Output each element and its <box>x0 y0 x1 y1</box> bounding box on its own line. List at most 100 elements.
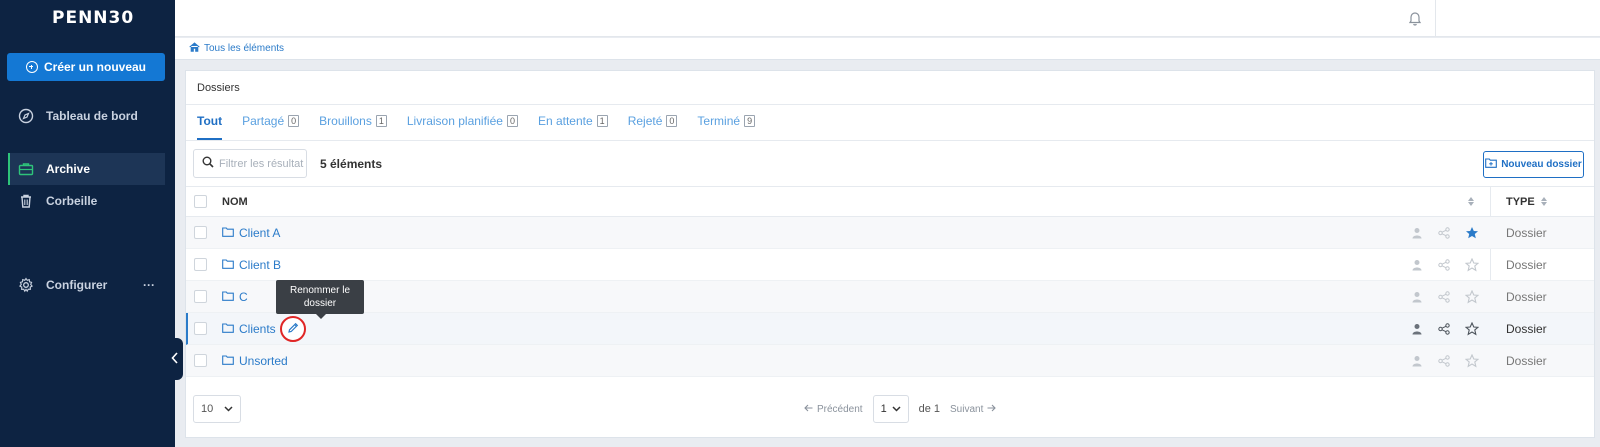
sidebar-item-archive[interactable]: Archive <box>8 153 165 185</box>
table-row[interactable]: Clients Dossier <box>186 313 1594 345</box>
share-icon[interactable] <box>1437 290 1451 304</box>
create-new-button[interactable]: Créer un nouveau <box>7 53 165 81</box>
sort-icon[interactable] <box>1541 197 1547 206</box>
person-icon[interactable] <box>1410 258 1424 272</box>
bell-icon[interactable] <box>1407 10 1423 26</box>
new-folder-label: Nouveau dossier <box>1501 159 1582 170</box>
page-number-value: 1 <box>880 403 887 415</box>
page-size-select[interactable]: 10 <box>193 395 241 423</box>
folder-link[interactable]: Client B <box>222 258 281 272</box>
tab-completed[interactable]: Terminé 9 <box>697 104 756 140</box>
tab-shared[interactable]: Partagé 0 <box>242 104 300 140</box>
star-outline-icon[interactable] <box>1465 257 1479 272</box>
table-row[interactable]: Unsorted Dossier <box>186 345 1594 377</box>
rename-tooltip: Renommer le dossier <box>276 280 364 319</box>
previous-label: Précédent <box>817 403 863 415</box>
sort-icon[interactable] <box>1468 197 1474 206</box>
new-folder-button[interactable]: Nouveau dossier <box>1483 151 1584 178</box>
table-row[interactable]: Client A Dossier <box>186 217 1594 249</box>
sidebar: PENN30 Créer un nouveau Tableau de bord … <box>0 0 175 447</box>
tab-all[interactable]: Tout <box>197 104 223 140</box>
next-page-button[interactable]: Suivant <box>950 404 997 415</box>
person-icon[interactable] <box>1410 322 1424 336</box>
filter-field[interactable] <box>193 149 309 178</box>
home-icon[interactable] <box>189 42 200 55</box>
column-header-name[interactable]: NOM <box>222 196 248 208</box>
column-header-type[interactable]: TYPE <box>1506 196 1535 208</box>
tab-pending[interactable]: En attente 1 <box>538 104 608 140</box>
folder-name: Unsorted <box>239 353 288 368</box>
star-outline-icon[interactable] <box>1465 321 1479 336</box>
create-new-label: Créer un nouveau <box>43 60 147 74</box>
share-icon[interactable] <box>1437 258 1451 272</box>
tab-drafts[interactable]: Brouillons 1 <box>319 104 387 140</box>
briefcase-icon <box>18 161 34 177</box>
app-logo[interactable]: PENN30 <box>0 0 175 36</box>
compass-icon <box>18 108 34 124</box>
item-count: 5 éléments <box>320 156 383 171</box>
panel-title: Dossiers <box>186 71 1594 105</box>
row-checkbox[interactable] <box>194 258 207 271</box>
tab-count-badge: 0 <box>506 115 518 127</box>
arrow-right-icon <box>987 404 997 415</box>
pager: Précédent 1 de 1 Suivant <box>804 395 997 423</box>
sidebar-item-label: Corbeille <box>46 194 98 208</box>
table-row[interactable]: Client B Dossier <box>186 249 1594 281</box>
folder-link[interactable]: Client A <box>222 226 280 240</box>
tab-label: Rejeté <box>627 114 663 128</box>
folder-link[interactable]: C <box>222 290 248 304</box>
collapse-sidebar-button[interactable] <box>167 338 183 380</box>
sidebar-item-configure[interactable]: Configurer ··· <box>8 269 165 301</box>
row-checkbox[interactable] <box>194 226 207 239</box>
share-icon[interactable] <box>1437 322 1451 336</box>
breadcrumb-all-items-link[interactable]: Tous les éléments <box>204 43 284 54</box>
breadcrumb: Tous les éléments <box>175 38 1600 60</box>
rename-folder-button[interactable] <box>280 316 306 342</box>
row-checkbox[interactable] <box>194 322 207 335</box>
arrow-left-icon <box>804 404 813 415</box>
tab-count-badge: 9 <box>744 115 756 127</box>
star-outline-icon[interactable] <box>1465 289 1479 304</box>
folder-name: Client A <box>239 225 281 240</box>
tab-count-badge: 0 <box>666 115 678 127</box>
sidebar-item-trash[interactable]: Corbeille <box>8 185 165 217</box>
person-icon[interactable] <box>1410 226 1424 240</box>
folder-icon <box>222 226 234 240</box>
type-cell: Dossier <box>1506 225 1547 240</box>
row-checkbox[interactable] <box>194 354 207 367</box>
sidebar-item-label: Configurer <box>46 278 108 292</box>
folder-icon <box>222 354 234 368</box>
tab-rejected[interactable]: Rejeté 0 <box>628 104 678 140</box>
chevron-down-icon <box>892 403 901 415</box>
folders-table: NOM TYPE Client A Dossier Client B Dossi… <box>186 187 1594 377</box>
type-cell: Dossier <box>1506 257 1547 272</box>
folder-link[interactable]: Unsorted <box>222 354 288 368</box>
tab-label: Tout <box>197 114 223 128</box>
previous-page-button[interactable]: Précédent <box>804 404 863 415</box>
table-row[interactable]: C Dossier <box>186 281 1594 313</box>
folder-icon <box>222 290 234 304</box>
share-icon[interactable] <box>1437 226 1451 240</box>
page-number-select[interactable]: 1 <box>872 395 909 423</box>
select-all-checkbox[interactable] <box>194 195 207 208</box>
filter-input[interactable] <box>219 157 309 170</box>
person-icon[interactable] <box>1410 354 1424 368</box>
more-options-icon[interactable]: ··· <box>143 278 155 292</box>
star-outline-icon[interactable] <box>1465 353 1479 368</box>
tab-scheduled-delivery[interactable]: Livraison planifiée 0 <box>407 104 518 140</box>
row-checkbox[interactable] <box>194 290 207 303</box>
sidebar-item-dashboard[interactable]: Tableau de bord <box>8 100 165 132</box>
person-icon[interactable] <box>1410 290 1424 304</box>
type-cell: Dossier <box>1506 321 1547 336</box>
tab-label: En attente <box>537 114 593 128</box>
page-total: de 1 <box>918 403 941 415</box>
share-icon[interactable] <box>1437 354 1451 368</box>
table-header: NOM TYPE <box>186 187 1594 217</box>
star-filled-icon[interactable] <box>1465 226 1479 240</box>
sidebar-item-label: Tableau de bord <box>46 109 138 123</box>
tab-label: Partagé <box>242 114 285 128</box>
divider <box>1435 0 1436 36</box>
folder-link[interactable]: Clients <box>222 322 276 336</box>
type-cell: Dossier <box>1506 289 1547 304</box>
search-icon <box>202 156 214 171</box>
